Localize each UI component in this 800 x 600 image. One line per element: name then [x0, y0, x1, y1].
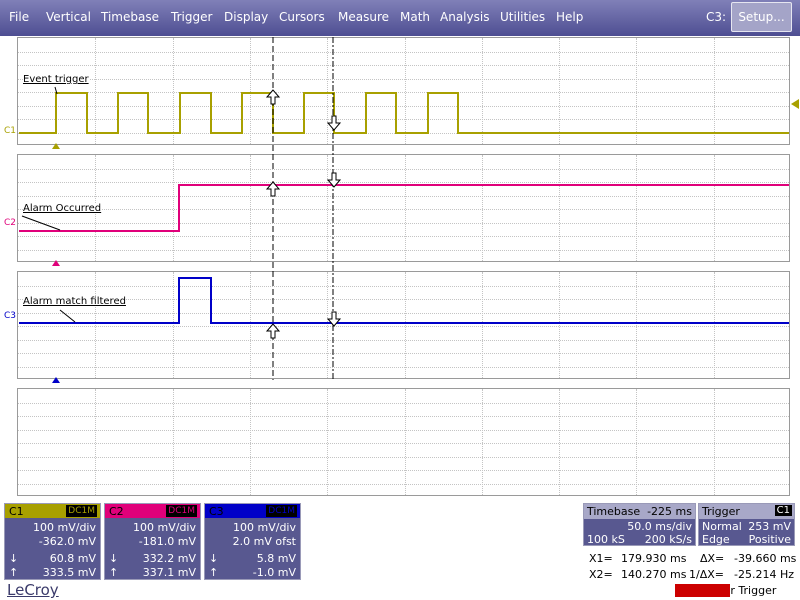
sample-count: 100 kS — [587, 533, 625, 546]
trace-c1 — [19, 92, 789, 134]
coupling-badge: DC1M — [266, 505, 297, 517]
offset-value: 2.0 mV ofst — [232, 535, 296, 548]
timebase-header: Timebase -225 ms — [584, 504, 695, 519]
c2-label-leader — [21, 215, 61, 231]
trace-c3 — [19, 277, 789, 324]
x1-value: 179.930 ms — [621, 552, 687, 565]
channel-name: C3 — [209, 505, 224, 518]
trigger-level-marker[interactable] — [791, 99, 799, 109]
trace-label-c1: Event trigger — [23, 74, 89, 85]
volts-per-div: 100 mV/div — [33, 521, 96, 534]
cursor-up-value: -1.0 mV — [252, 566, 296, 579]
cursor-down-icon: ↓ — [9, 552, 19, 565]
trigger-source-badge: C1 — [774, 505, 792, 516]
channel-descriptor-c1[interactable]: C1 DC1M 100 mV/div -362.0 mV ↓ 60.8 mV ↑… — [4, 503, 101, 580]
timebase-delay: -225 ms — [647, 505, 692, 518]
dx-value: -39.660 ms — [734, 552, 797, 565]
coupling-badge: DC1M — [66, 505, 97, 517]
cursor-down-icon: ↓ — [209, 552, 219, 565]
c3-ground-label: C3 — [4, 311, 17, 321]
c1-ground-label: C1 — [4, 126, 17, 136]
c1-trigger-marker — [52, 143, 60, 149]
trigger-descriptor[interactable]: Trigger C1 Normal 253 mV Edge Positive — [698, 503, 795, 546]
volts-per-div: 100 mV/div — [233, 521, 296, 534]
timebase-title: Timebase — [587, 505, 641, 518]
cursor-down-value: 5.8 mV — [256, 552, 296, 565]
trigger-header: Trigger C1 — [699, 504, 794, 519]
inv-dx-label: 1/ΔX= — [689, 568, 724, 581]
inv-dx-value: -25.214 Hz — [734, 568, 795, 581]
trace-c2 — [19, 184, 789, 232]
descriptor-header: C2 DC1M — [105, 504, 200, 518]
cursor-up-icon: ↑ — [109, 566, 119, 579]
trigger-slope: Positive — [748, 533, 791, 546]
trigger-mode: Normal — [702, 520, 742, 533]
x1-label: X1= — [589, 552, 613, 565]
cursor-up-icon: ↑ — [9, 566, 19, 579]
trace-label-c3: Alarm match filtered — [23, 296, 126, 307]
cursor-down-value: 332.2 mV — [142, 552, 196, 565]
trace-label-c2: Alarm Occurred — [23, 203, 102, 214]
channel-descriptor-c3[interactable]: C3 DC1M 100 mV/div 2.0 mV ofst ↓ 5.8 mV … — [204, 503, 301, 580]
trigger-type: Edge — [702, 533, 730, 546]
status-rest: r Trigger — [730, 584, 777, 597]
x2-label: X2= — [589, 568, 613, 581]
offset-value: -362.0 mV — [38, 535, 96, 548]
coupling-badge: DC1M — [166, 505, 197, 517]
channel-descriptor-c2[interactable]: C2 DC1M 100 mV/div -181.0 mV ↓ 332.2 mV … — [104, 503, 201, 580]
cursor-up-icon: ↑ — [209, 566, 219, 579]
status-highlight: Waiting fo — [675, 584, 731, 597]
c2-position-marker — [52, 260, 60, 266]
lecroy-logo: LeCroy — [7, 581, 59, 599]
trigger-title: Trigger — [702, 505, 740, 518]
x2-value: 140.270 ms — [621, 568, 687, 581]
c3-position-marker — [52, 377, 60, 383]
time-per-div: 50.0 ms/div — [627, 520, 692, 533]
trigger-level: 253 mV — [748, 520, 791, 533]
c3-label-leader — [59, 309, 76, 323]
timebase-descriptor[interactable]: Timebase -225 ms 50.0 ms/div 100 kS 200 … — [583, 503, 696, 546]
cursor-up-value: 337.1 mV — [142, 566, 196, 579]
acquisition-status: Waiting for Trigger — [675, 584, 776, 598]
cursor-down-icon: ↓ — [109, 552, 119, 565]
channel-name: C1 — [9, 505, 24, 518]
volts-per-div: 100 mV/div — [133, 521, 196, 534]
cursor-up-value: 333.5 mV — [42, 566, 96, 579]
c2-ground-label: C2 — [4, 218, 17, 228]
sample-rate: 200 kS/s — [644, 533, 692, 546]
descriptor-header: C1 DC1M — [5, 504, 100, 518]
dx-label: ΔX= — [700, 552, 725, 565]
waveform-canvas — [19, 37, 799, 383]
offset-value: -181.0 mV — [138, 535, 196, 548]
descriptor-header: C3 DC1M — [205, 504, 300, 518]
cursor-down-value: 60.8 mV — [49, 552, 96, 565]
channel-name: C2 — [109, 505, 124, 518]
